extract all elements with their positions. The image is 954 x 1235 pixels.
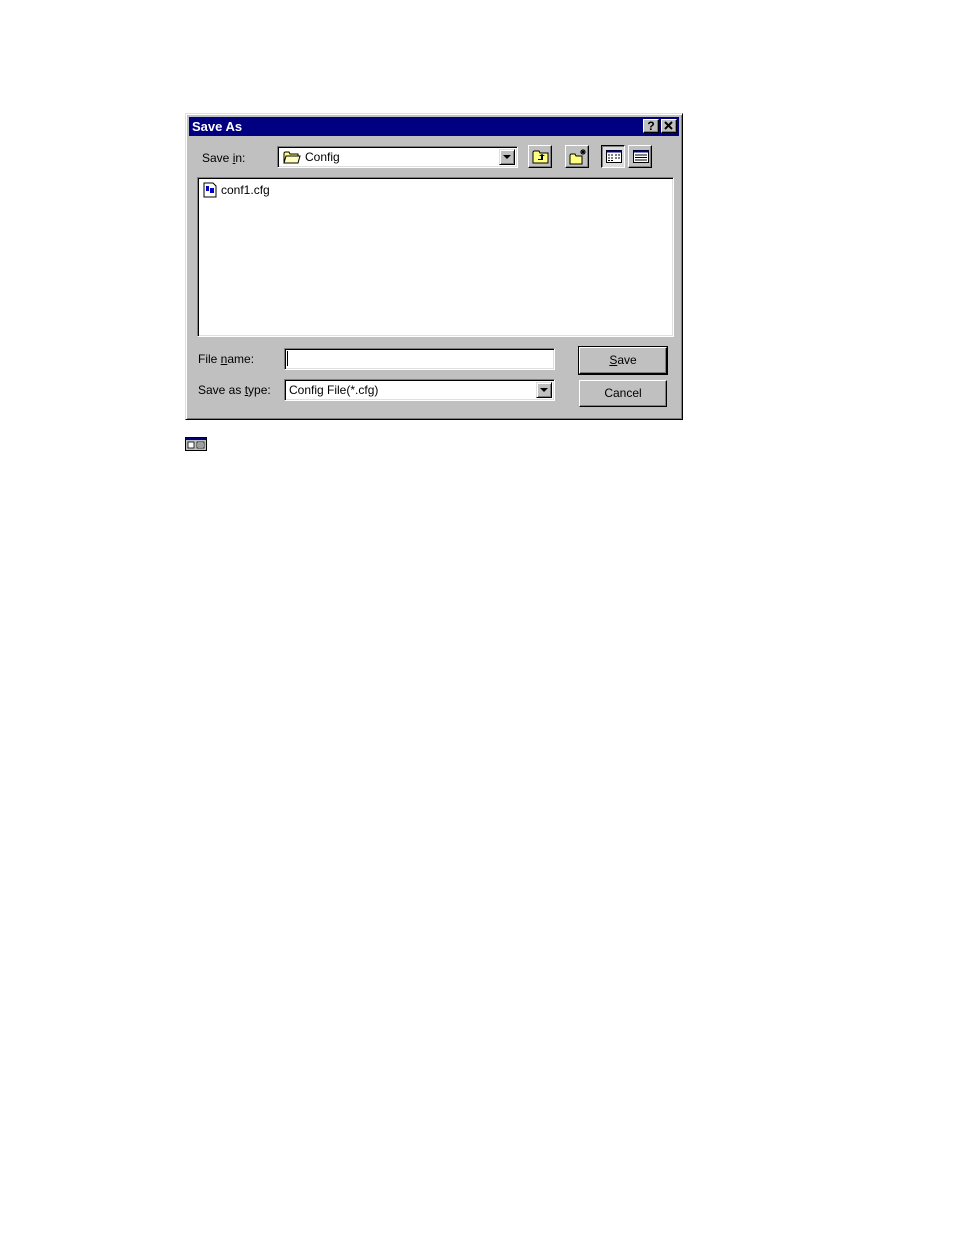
title-bar[interactable]: Save As ? <box>189 117 679 136</box>
save-as-type-label: Save as type: <box>198 383 271 397</box>
dialog-window-icon <box>185 437 207 456</box>
save-button[interactable]: Save <box>578 346 668 375</box>
save-in-dropdown-button[interactable] <box>499 149 515 165</box>
create-new-folder-icon <box>569 149 586 165</box>
help-button[interactable]: ? <box>643 119 659 133</box>
details-view-icon <box>633 150 649 163</box>
save-in-combo[interactable]: Config <box>277 146 518 168</box>
save-as-type-value: Config File(*.cfg) <box>289 383 379 397</box>
save-as-type-combo[interactable]: Config File(*.cfg) <box>284 379 555 401</box>
config-file-icon <box>203 182 217 198</box>
file-name-input[interactable] <box>284 348 555 370</box>
file-name-label: File name: <box>198 352 255 366</box>
list-view-icon <box>606 150 622 163</box>
close-button[interactable] <box>661 119 677 133</box>
document-page: Save As ? Save in: Config conf1.cfg File… <box>0 0 954 1235</box>
dialog-title: Save As <box>192 119 243 134</box>
list-view-button[interactable] <box>601 145 625 168</box>
file-name-text: conf1.cfg <box>221 183 270 197</box>
file-list[interactable]: conf1.cfg <box>197 177 674 337</box>
create-new-folder-button[interactable] <box>565 145 589 168</box>
folder-icon <box>283 151 301 164</box>
save-in-value: Config <box>305 150 340 164</box>
text-cursor <box>287 351 288 366</box>
cancel-button[interactable]: Cancel <box>579 380 667 407</box>
save-in-label: Save in: <box>202 151 246 165</box>
up-one-level-icon <box>532 150 549 164</box>
save-as-type-dropdown-button[interactable] <box>536 382 552 398</box>
up-one-level-button[interactable] <box>528 145 552 168</box>
details-view-button[interactable] <box>628 145 652 168</box>
save-as-dialog: Save As ? Save in: Config conf1.cfg File… <box>185 113 683 420</box>
close-icon <box>664 121 673 130</box>
